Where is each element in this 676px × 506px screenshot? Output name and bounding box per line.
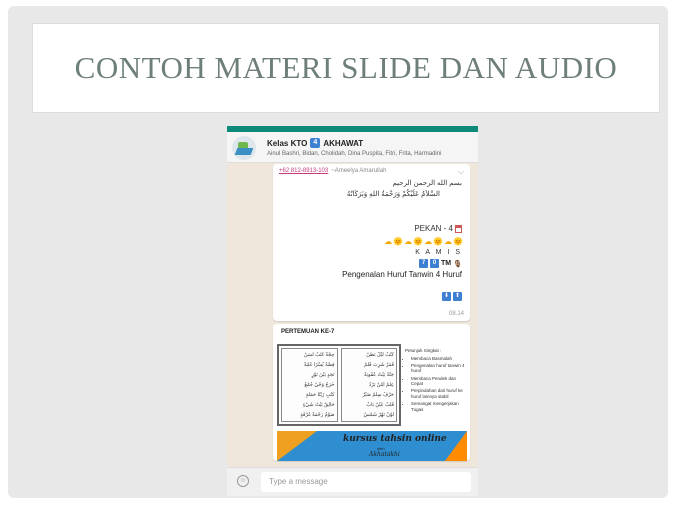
arabic-column-2: كُتُبٌ لَيْلٌ بَطْنٌ قَمَرٌ شَرِبَ قَلَم… (340, 348, 397, 422)
arabic-row: عِلْمٌ أَمْنٌ بَرْدٌ (369, 382, 394, 388)
tm-badge-ones: 0 (430, 259, 439, 268)
group-name: Kelas KTO (267, 138, 308, 148)
tm-text: TM (441, 260, 452, 267)
input-placeholder: Type a message (269, 477, 328, 486)
chevron-down-icon[interactable]: ⌵ (458, 167, 464, 177)
banner-decoration-right (445, 431, 467, 461)
sender-phone[interactable]: +62 812-8913-103 (279, 168, 328, 174)
day-label: K A M I S (415, 249, 462, 256)
arabic-row: كُتُبٍ زَيْتًا حَمَلَةٍ (305, 392, 335, 398)
message-time: 08.14 (448, 311, 464, 317)
message-input[interactable]: Type a message (261, 472, 471, 492)
arrow-down-icon: ⬇ (442, 292, 451, 301)
instructions-box: Petunjuk Singkat : Membaca Basmalah Peng… (405, 348, 467, 414)
arabic-row: حِجَّةً كَلْبٌ لَسَنٌ (303, 352, 335, 358)
arabic-row: لَوْنٌ نَهْرٌ شَمْسٌ (363, 412, 394, 418)
arabic-row: حَرْفٌ سِلْمٌ صَبْرٌ (362, 392, 395, 398)
pekan-label: PEKAN - 4 (414, 224, 462, 233)
instruction-item: Perpindahan dari huruf ke huruf lainnya … (411, 388, 467, 399)
emoji-icon[interactable]: ☺ (237, 475, 249, 487)
microphone-icon: 🎙 (453, 260, 462, 268)
banner-brand: Akhatakhi (369, 451, 400, 458)
group-number-badge: 4 (310, 138, 321, 148)
pekan-text: PEKAN - 4 (414, 224, 453, 233)
topic-text: Pengenalan Huruf Tanwin 4 Huruf (342, 270, 462, 279)
arabic-row: قَمَرٌ شَرِبَ قَلَمٌ (364, 362, 394, 368)
instructions-heading: Petunjuk Singkat : (405, 348, 442, 353)
arabic-row: نَجَدٍ بَيْنَ نَوْرٍ (311, 372, 335, 378)
instruction-item: Semangat mengerjakan Tugas (411, 401, 467, 412)
lesson-heading: PERTEMUAN KE-7 (281, 329, 335, 335)
calendar-icon (455, 224, 462, 233)
arabic-row: كُتُبٌ لَيْلٌ بَطْنٌ (366, 352, 394, 358)
instructions-list: Membaca Basmalah Pengenalan huruf tanwin… (405, 356, 467, 413)
instruction-item: Membaca Basmalah (411, 356, 467, 362)
arabic-row: فِضَّةً يُسْرًا غَلَبَةً (303, 362, 335, 368)
salam-text: السَّلاَمُ عَلَيْكُمْ وَرَحْمَةُ اللهِ و… (346, 191, 440, 198)
arabic-practice-table: حِجَّةً كَلْبٌ لَسَنٌ فِضَّةً يُسْرًا غَ… (277, 344, 401, 426)
arabic-row: حَالِقٌ بَيْتٌ شَيْءٍ (302, 402, 335, 408)
book-icon-base (234, 148, 254, 155)
arabic-row: صَوْمٌ رَحْمَةٌ غَرْفَةٍ (300, 412, 335, 418)
arabic-row: قَلْبٌ عَيْنٌ بَابٌ (366, 402, 394, 408)
basmalah-text: بسم الله الرحمن الرحيم (392, 180, 462, 187)
weather-emoji-row: ☁🌞☁🌞☁🌞☁🌞 (384, 237, 464, 246)
message-bubble[interactable]: +62 812-8913-103 ~Ameelya Amarullah ⌵ بسم… (273, 164, 470, 321)
tm-label-row: 7 0 TM 🎙 (419, 259, 462, 268)
arabic-column-1: حِجَّةً كَلْبٌ لَسَنٌ فِضَّةً يُسْرًا غَ… (281, 348, 338, 422)
chat-screenshot: Kelas KTO 4 AKHAWAT Ainul Bashri, Bidan,… (227, 126, 478, 496)
course-banner: kursus tahsin online oleh Akhatakhi (277, 431, 467, 461)
group-suffix: AKHAWAT (323, 138, 364, 148)
arrow-buttons: ⬇ ⬆ (442, 292, 462, 301)
group-avatar[interactable] (232, 136, 256, 160)
instruction-item: Membaca Pendek dan Cepat (411, 376, 467, 387)
group-members: Ainul Bashri, Bidan, Cholidah, Dina Pusp… (267, 151, 442, 157)
sender-name: ~Ameelya Amarullah (331, 168, 387, 174)
image-message[interactable]: PERTEMUAN KE-7 حِجَّةً كَلْبٌ لَسَنٌ فِض… (273, 324, 470, 461)
message-sender: +62 812-8913-103 ~Ameelya Amarullah (279, 168, 386, 174)
arabic-row: جَنَّةٌ بَيْتٌ عُقُوبَةٌ (363, 372, 394, 378)
tm-badge-tens: 7 (419, 259, 428, 268)
slide-title: CONTOH MATERI SLIDE DAN AUDIO (74, 50, 618, 85)
group-title: Kelas KTO 4 AKHAWAT (267, 138, 363, 148)
banner-title: kursus tahsin online (343, 434, 447, 444)
chat-header[interactable]: Kelas KTO 4 AKHAWAT Ainul Bashri, Bidan,… (227, 132, 478, 163)
slide: CONTOH MATERI SLIDE DAN AUDIO Kelas KTO … (8, 6, 668, 498)
arrow-up-icon: ⬆ (453, 292, 462, 301)
title-box: CONTOH MATERI SLIDE DAN AUDIO (32, 23, 660, 113)
instruction-item: Pengenalan huruf tanwin 4 huruf (411, 363, 467, 374)
arabic-row: خَرَجٌ وَحْيٌ جُمُعٌ (304, 382, 335, 388)
banner-decoration-left (277, 431, 317, 461)
message-input-bar: ☺ Type a message (227, 467, 478, 496)
